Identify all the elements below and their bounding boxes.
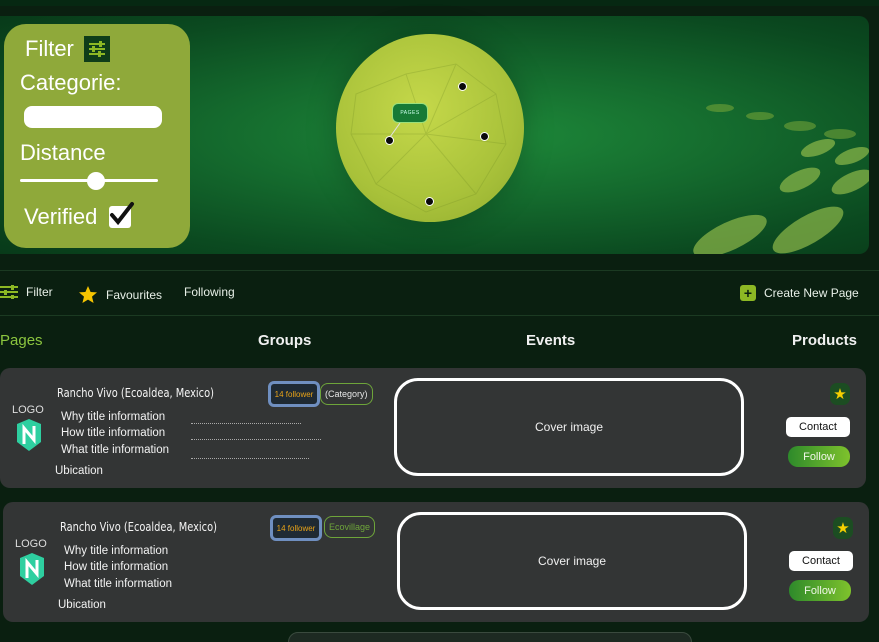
- what-info: What title information: [64, 578, 173, 590]
- favourite-star-icon[interactable]: ★: [833, 517, 853, 539]
- toolbar: Filter Favourites Following + Create New…: [0, 270, 879, 316]
- filter-button-label: Filter: [26, 285, 53, 299]
- following-button[interactable]: Following: [184, 285, 235, 299]
- tab-products[interactable]: Products: [792, 332, 857, 349]
- map-globe[interactable]: [336, 34, 524, 222]
- filter-panel-title: Filter: [25, 36, 74, 61]
- filter-button[interactable]: Filter: [0, 285, 53, 299]
- contact-button[interactable]: Contact: [786, 417, 850, 437]
- follower-badge[interactable]: 14 follower: [270, 515, 322, 541]
- following-button-label: Following: [184, 285, 235, 299]
- favourites-button[interactable]: Favourites: [78, 285, 162, 305]
- page-card[interactable]: LOGO Rancho Vivo (Ecoaldea, Mexico) 14 f…: [0, 368, 866, 488]
- page-card[interactable]: LOGO Rancho Vivo (Ecoaldea, Mexico) 14 f…: [3, 502, 869, 622]
- category-select[interactable]: [24, 106, 162, 128]
- follow-button[interactable]: Follow: [789, 580, 851, 601]
- tab-events[interactable]: Events: [526, 332, 575, 349]
- top-bar: [0, 0, 879, 6]
- create-page-button[interactable]: + Create New Page: [740, 285, 859, 301]
- cover-image[interactable]: Cover image: [397, 512, 747, 610]
- sliders-icon[interactable]: [83, 36, 110, 62]
- what-info: What title information: [61, 444, 170, 456]
- contact-button[interactable]: Contact: [789, 551, 853, 571]
- filter-panel: Filter Categorie: Distance Verified: [4, 24, 190, 248]
- map-pin[interactable]: [458, 82, 467, 91]
- how-info: How title information: [61, 427, 166, 439]
- how-info: How title information: [64, 561, 169, 573]
- tab-groups[interactable]: Groups: [258, 332, 311, 349]
- pages-map-tag[interactable]: PAGES: [392, 103, 428, 123]
- verified-checkbox[interactable]: [109, 202, 135, 228]
- plus-icon: +: [740, 285, 756, 301]
- create-page-label: Create New Page: [764, 286, 859, 300]
- verified-row: Verified: [24, 202, 174, 230]
- follow-button[interactable]: Follow: [788, 446, 850, 467]
- what-underline: [191, 458, 309, 459]
- distance-slider[interactable]: [20, 170, 158, 190]
- page-logo: LOGO: [15, 538, 51, 591]
- category-label: Categorie:: [20, 70, 122, 95]
- category-badge: (Category): [320, 383, 373, 405]
- why-underline: [191, 423, 301, 424]
- cover-image[interactable]: Cover image: [394, 378, 744, 476]
- favourites-button-label: Favourites: [106, 288, 163, 302]
- checkmark-icon: [110, 202, 135, 226]
- favourite-star-icon[interactable]: ★: [830, 383, 850, 405]
- globe-polygons-decoration: [350, 63, 507, 213]
- category-badge: Ecovillage: [324, 516, 376, 538]
- how-underline: [191, 439, 321, 440]
- page-title[interactable]: Rancho Vivo (Ecoaldea, Mexico): [57, 386, 214, 400]
- map-pin[interactable]: [425, 197, 434, 206]
- follower-badge[interactable]: 14 follower: [268, 381, 320, 407]
- pin-connector: [389, 122, 401, 138]
- page-title[interactable]: Rancho Vivo (Ecoaldea, Mexico): [60, 520, 217, 534]
- tab-bar: Pages Groups Events Products: [0, 332, 879, 352]
- map-pin[interactable]: [480, 132, 489, 141]
- logo-shield-icon: [20, 553, 44, 585]
- why-info: Why title information: [64, 545, 169, 557]
- filter-panel-header: Filter: [25, 36, 174, 62]
- logo-shield-icon: [17, 419, 41, 451]
- ubication-label: Ubication: [58, 599, 106, 611]
- why-info: Why title information: [61, 411, 166, 423]
- bottom-navigation[interactable]: [288, 632, 692, 642]
- verified-label: Verified: [24, 204, 98, 229]
- logo-text: LOGO: [12, 404, 44, 416]
- ubication-label: Ubication: [55, 465, 103, 477]
- star-icon: [79, 286, 97, 303]
- distance-slider-thumb[interactable]: [86, 172, 105, 190]
- logo-text: LOGO: [15, 538, 47, 550]
- distance-label: Distance: [20, 140, 106, 165]
- page-logo: LOGO: [12, 404, 48, 457]
- tab-pages[interactable]: Pages: [0, 332, 43, 349]
- sliders-icon: [0, 285, 18, 299]
